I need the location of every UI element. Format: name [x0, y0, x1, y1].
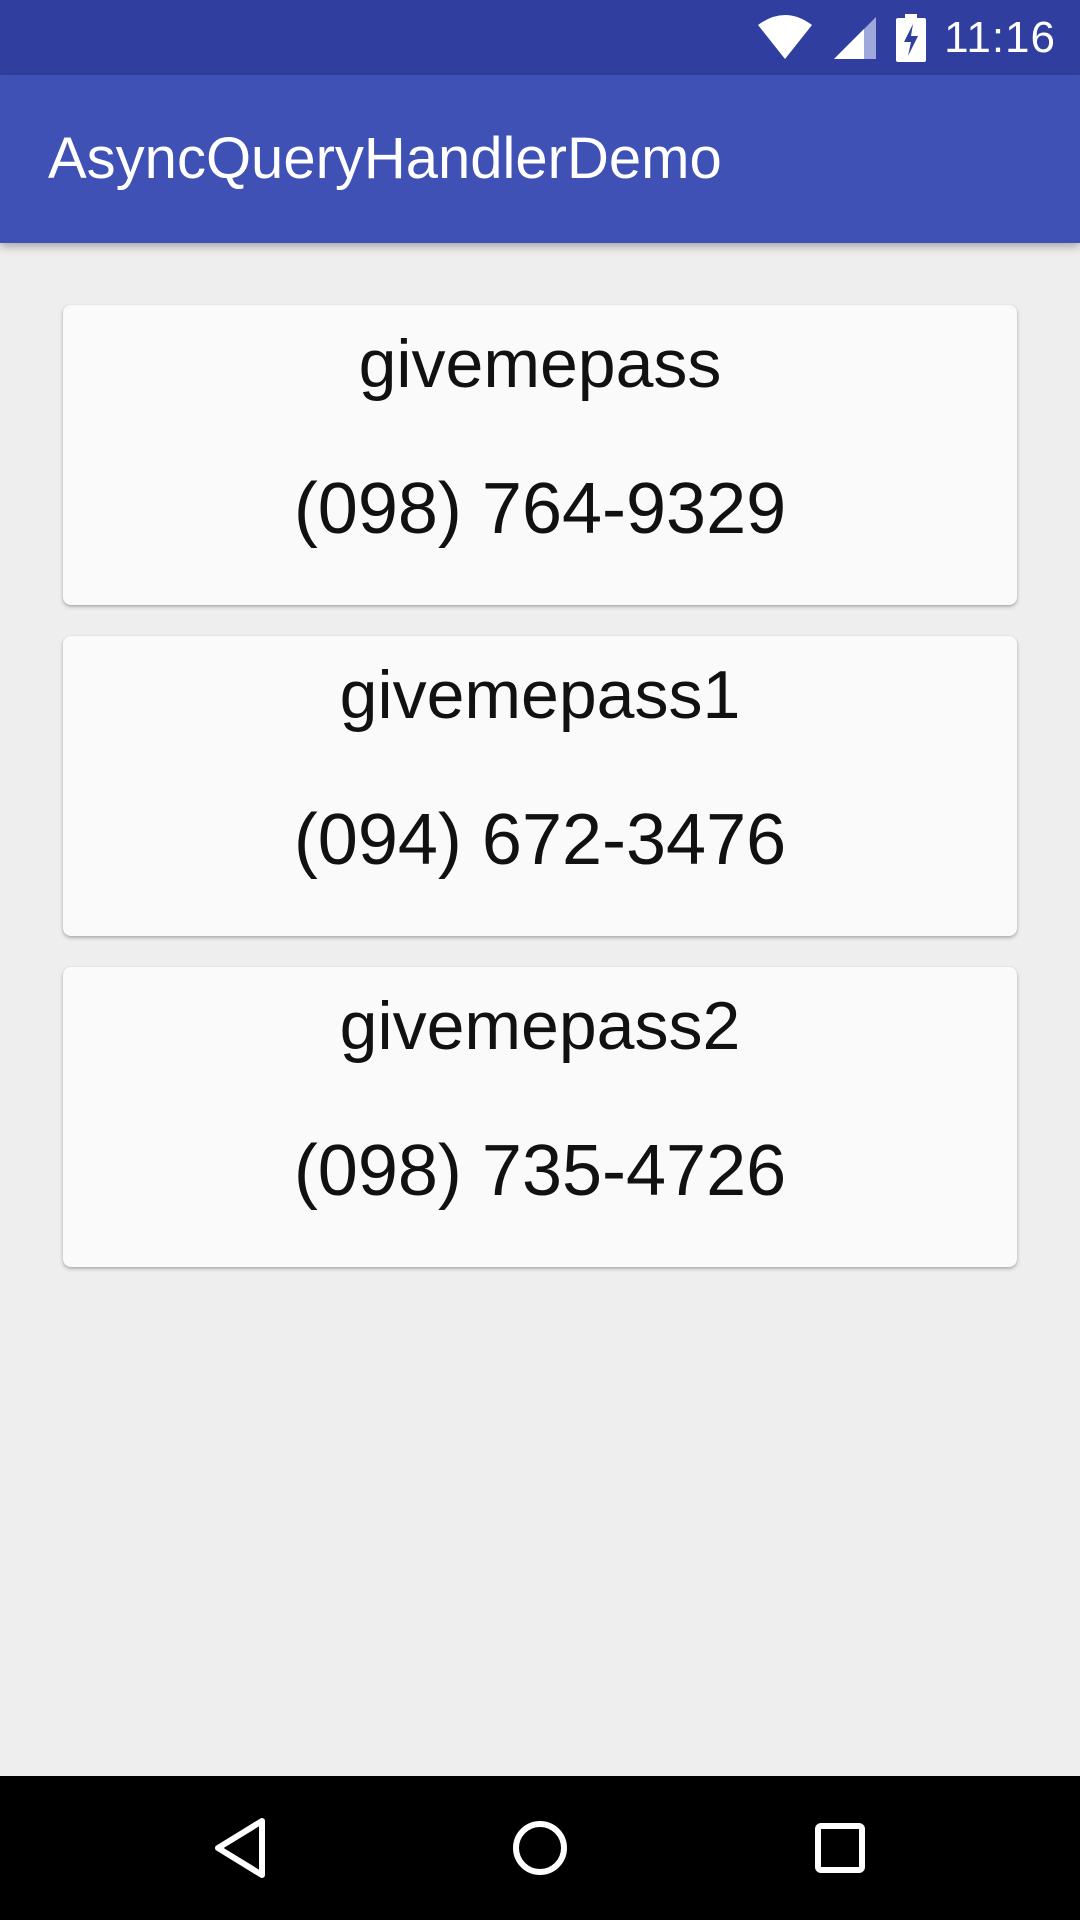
- app-title: AsyncQueryHandlerDemo: [48, 126, 722, 191]
- navigation-bar: [0, 1776, 1080, 1920]
- recents-icon: [815, 1823, 865, 1873]
- recents-button[interactable]: [760, 1776, 920, 1920]
- back-icon: [215, 1818, 265, 1878]
- app-bar: AsyncQueryHandlerDemo: [0, 75, 1080, 243]
- contact-list: givemepass (098) 764-9329 givemepass1 (0…: [63, 305, 1017, 1267]
- status-bar: 11:16: [0, 0, 1080, 75]
- home-button[interactable]: [460, 1776, 620, 1920]
- contact-card[interactable]: givemepass1 (094) 672-3476: [63, 636, 1017, 936]
- cell-signal-icon: [834, 16, 877, 59]
- contact-phone: (098) 735-4726: [293, 1131, 787, 1211]
- battery-charging-icon: [896, 13, 927, 62]
- status-time: 11:16: [944, 12, 1056, 62]
- home-icon: [513, 1821, 567, 1875]
- contact-phone: (098) 764-9329: [293, 469, 787, 549]
- back-button[interactable]: [160, 1776, 320, 1920]
- screen: 11:16 AsyncQueryHandlerDemo givemepass (…: [0, 0, 1080, 1920]
- wifi-icon: [758, 14, 813, 59]
- contact-name: givemepass2: [339, 988, 741, 1064]
- contact-name: givemepass: [358, 326, 722, 402]
- contact-card[interactable]: givemepass2 (098) 735-4726: [63, 967, 1017, 1267]
- status-icons: 11:16: [756, 0, 1056, 75]
- contact-name: givemepass1: [339, 657, 741, 733]
- contact-phone: (094) 672-3476: [293, 800, 787, 880]
- contact-card[interactable]: givemepass (098) 764-9329: [63, 305, 1017, 605]
